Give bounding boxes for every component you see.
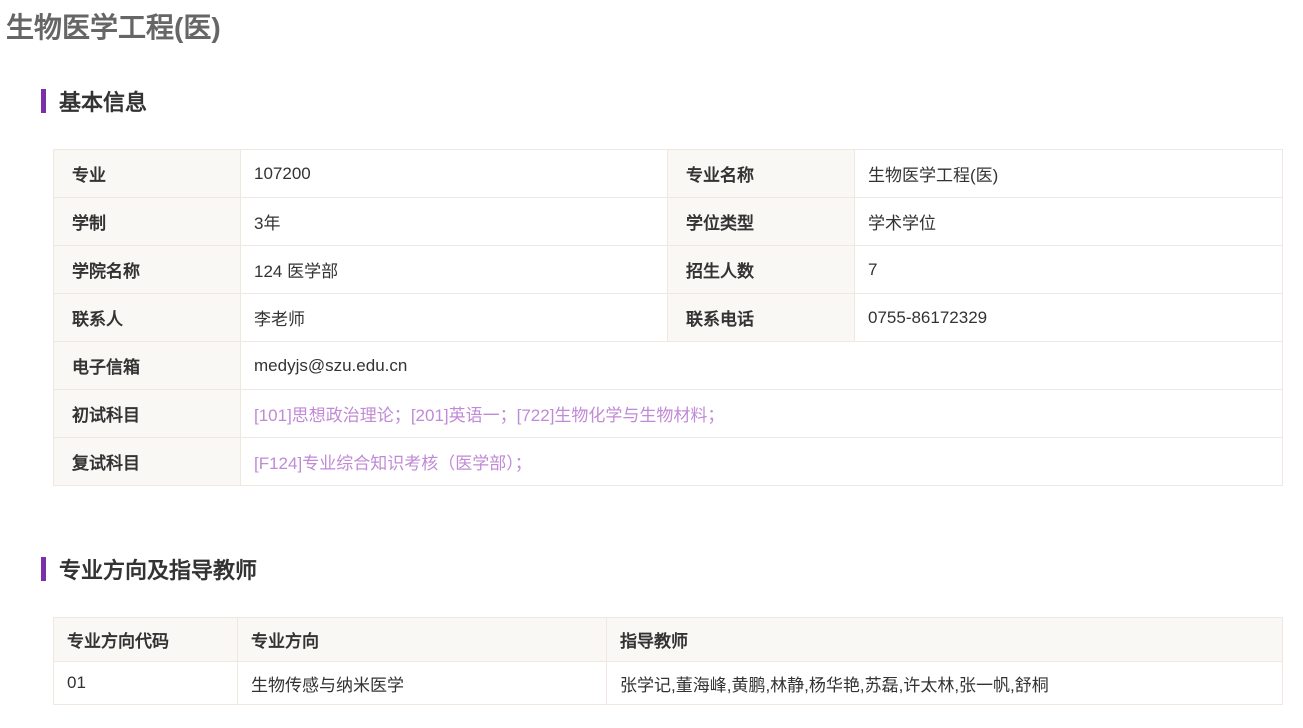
basic-info-table: 专业 107200 专业名称 生物医学工程(医) 学制 3年 学位类型 学术学位…	[53, 149, 1283, 486]
exam-subject-link[interactable]: [F124]专业综合知识考核（医学部）；	[254, 454, 532, 473]
exam-subject-link[interactable]: [722]生物化学与生物材料；	[517, 406, 725, 425]
initial-exam-subjects: [101]思想政治理论；[201]英语一；[722]生物化学与生物材料；	[240, 389, 1283, 438]
column-header: 专业方向代码	[53, 617, 238, 662]
table-row: 学院名称 124 医学部 招生人数 7	[53, 245, 1283, 294]
info-value: 124 医学部	[240, 245, 668, 294]
table-row: 电子信箱 medyjs@szu.edu.cn	[53, 341, 1283, 390]
info-label: 专业名称	[667, 149, 855, 198]
info-label: 联系人	[53, 293, 241, 342]
info-label: 招生人数	[667, 245, 855, 294]
email-label: 电子信箱	[53, 341, 241, 390]
retest-exam-subjects: [F124]专业综合知识考核（医学部）；	[240, 437, 1283, 486]
info-value: 学术学位	[854, 197, 1283, 246]
info-value: 李老师	[240, 293, 668, 342]
info-value: 3年	[240, 197, 668, 246]
info-label: 专业	[53, 149, 241, 198]
table-row: 初试科目 [101]思想政治理论；[201]英语一；[722]生物化学与生物材料…	[53, 389, 1283, 438]
info-value: 0755-86172329	[854, 293, 1283, 342]
table-row: 专业 107200 专业名称 生物医学工程(医)	[53, 149, 1283, 198]
table-row: 学制 3年 学位类型 学术学位	[53, 197, 1283, 246]
direction-name: 生物传感与纳米医学	[237, 661, 607, 705]
info-value: 7	[854, 245, 1283, 294]
table-header-row: 专业方向代码 专业方向 指导教师	[53, 617, 1283, 662]
info-label: 学院名称	[53, 245, 241, 294]
exam-subject-link[interactable]: [201]英语一；	[411, 406, 517, 425]
direction-advisors: 张学记,董海峰,黄鹏,林静,杨华艳,苏磊,许太林,张一帆,舒桐	[606, 661, 1283, 705]
info-value: 107200	[240, 149, 668, 198]
info-label: 联系电话	[667, 293, 855, 342]
page-title: 生物医学工程(医)	[6, 12, 221, 43]
section-heading-text: 专业方向及指导教师	[59, 558, 258, 583]
direction-code: 01	[53, 661, 238, 705]
info-label: 学位类型	[667, 197, 855, 246]
table-row: 联系人 李老师 联系电话 0755-86172329	[53, 293, 1283, 342]
section-accent-bar	[41, 557, 46, 581]
table-row: 复试科目 [F124]专业综合知识考核（医学部）；	[53, 437, 1283, 486]
retest-exam-label: 复试科目	[53, 437, 241, 486]
section-heading-text: 基本信息	[59, 90, 148, 115]
initial-exam-label: 初试科目	[53, 389, 241, 438]
exam-subject-link[interactable]: [101]思想政治理论；	[254, 406, 411, 425]
table-row: 01 生物传感与纳米医学 张学记,董海峰,黄鹏,林静,杨华艳,苏磊,许太林,张一…	[53, 661, 1283, 705]
email-value: medyjs@szu.edu.cn	[240, 341, 1283, 390]
direction-table: 专业方向代码 专业方向 指导教师 01 生物传感与纳米医学 张学记,董海峰,黄鹏…	[53, 617, 1283, 705]
section-heading-direction: 专业方向及指导教师	[41, 554, 257, 584]
section-heading-basic-info: 基本信息	[41, 86, 147, 116]
info-label: 学制	[53, 197, 241, 246]
section-accent-bar	[41, 89, 46, 113]
column-header: 指导教师	[606, 617, 1283, 662]
info-value: 生物医学工程(医)	[854, 149, 1283, 198]
column-header: 专业方向	[237, 617, 607, 662]
